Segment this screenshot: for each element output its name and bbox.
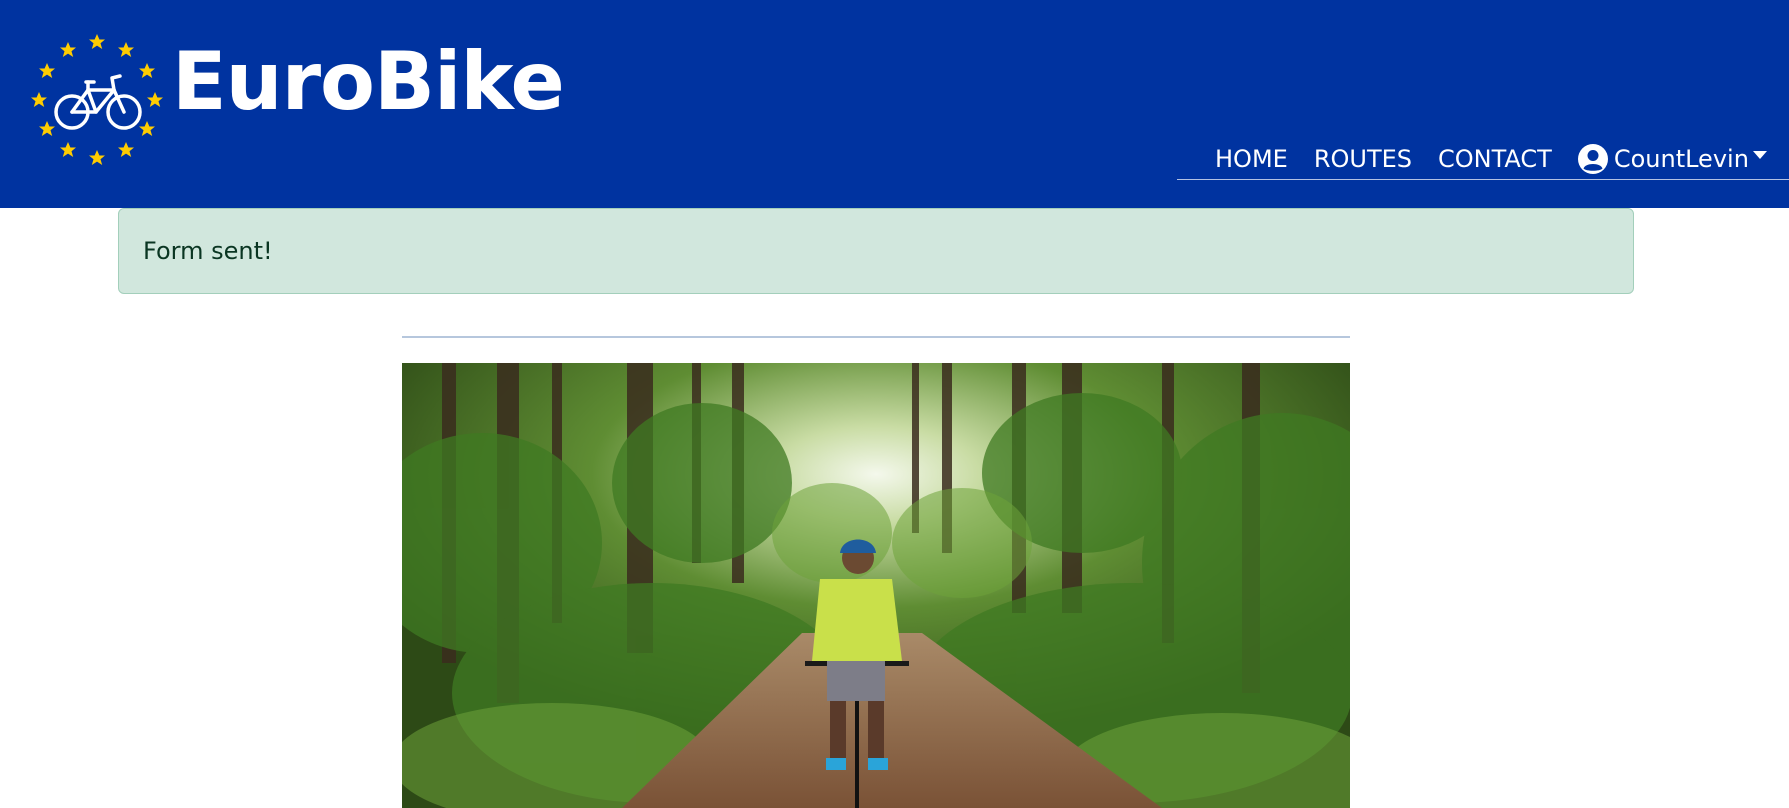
bicycle-icon — [54, 74, 142, 130]
success-alert: Form sent! — [118, 208, 1634, 294]
divider — [402, 336, 1350, 338]
site-header: EuroBike HOME ROUTES CONTACT CountLevin — [0, 0, 1789, 208]
user-menu-dropdown[interactable]: CountLevin — [1577, 143, 1767, 174]
nav-home-link[interactable]: HOME — [1215, 145, 1288, 173]
main-content — [0, 208, 1789, 808]
brand-name[interactable]: EuroBike — [172, 42, 565, 122]
eu-stars — [31, 34, 163, 165]
nav-routes-link[interactable]: ROUTES — [1314, 145, 1412, 173]
user-name: CountLevin — [1613, 144, 1749, 173]
hero-image — [402, 363, 1350, 808]
user-circle-icon — [1577, 143, 1608, 174]
main-nav: HOME ROUTES CONTACT CountLevin — [1177, 138, 1789, 180]
chevron-down-icon — [1752, 150, 1767, 159]
nav-contact-link[interactable]: CONTACT — [1438, 145, 1552, 173]
alert-message: Form sent! — [143, 237, 273, 265]
eurobike-logo-icon[interactable] — [30, 30, 165, 170]
